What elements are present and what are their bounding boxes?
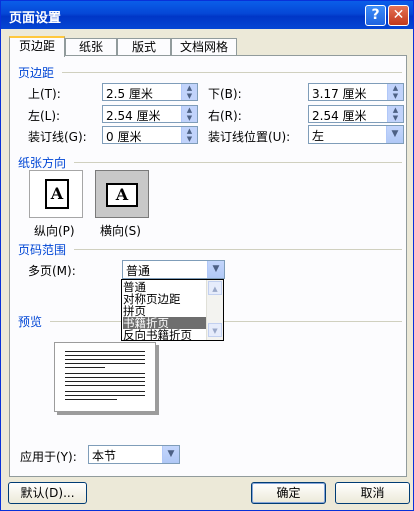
gutter-arrows[interactable]: ▲ ▼ — [181, 127, 197, 143]
pages-group-title: 页码范围 — [18, 243, 67, 257]
multiple-pages-value: 普通 — [126, 264, 151, 278]
preview-page — [54, 342, 156, 412]
margins-divider — [62, 72, 402, 73]
multiple-pages-select[interactable]: 普通 ▼ — [122, 260, 225, 279]
bottom-margin-arrows[interactable]: ▲ ▼ — [387, 84, 403, 100]
top-margin-spinner[interactable]: 2.5 厘米 ▲ ▼ — [102, 83, 198, 101]
preview-line — [65, 381, 145, 382]
multiple-pages-dropdown-list[interactable]: 普通 对称页边距 拼页 书籍折页 反向书籍折页 ▲ ▼ — [121, 279, 224, 341]
landscape-label: 横向(S) — [100, 224, 141, 238]
top-margin-label: 上(T): — [28, 87, 61, 101]
left-margin-label: 左(L): — [28, 109, 61, 123]
bottom-margin-spinner[interactable]: 3.17 厘米 ▲ ▼ — [308, 83, 404, 101]
default-button[interactable]: 默认(D)... — [8, 482, 87, 504]
close-button[interactable]: ✕ — [388, 5, 409, 26]
cancel-button[interactable]: 取消 — [335, 482, 410, 504]
left-margin-arrows[interactable]: ▲ ▼ — [181, 106, 197, 122]
left-margin-value: 2.54 厘米 — [106, 109, 161, 123]
close-icon: ✕ — [392, 7, 405, 23]
right-margin-value: 2.54 厘米 — [312, 109, 367, 123]
window-title: 页面设置 — [9, 11, 62, 26]
margins-group-title: 页边距 — [18, 66, 55, 80]
tab-paper[interactable]: 纸张 — [65, 38, 117, 56]
orientation-group-title: 纸张方向 — [18, 156, 67, 170]
multiple-pages-label: 多页(M): — [28, 264, 76, 278]
preview-line — [65, 363, 145, 364]
apply-to-label: 应用于(Y): — [20, 450, 77, 464]
help-button[interactable]: ? — [365, 5, 386, 26]
landscape-page-icon: A — [106, 183, 138, 207]
tab-document-grid[interactable]: 文档网格 — [171, 38, 237, 56]
right-margin-label: 右(R): — [208, 109, 242, 123]
help-icon: ? — [371, 7, 380, 23]
scroll-down-icon[interactable]: ▼ — [208, 323, 222, 337]
apply-to-select[interactable]: 本节 ▼ — [88, 445, 180, 464]
pages-divider — [74, 249, 402, 250]
bottom-margin-label: 下(B): — [208, 87, 242, 101]
chevron-down-icon[interactable]: ▼ — [386, 126, 403, 143]
preview-line — [65, 377, 145, 378]
portrait-label: 纵向(P) — [34, 224, 75, 238]
preview-line — [65, 385, 145, 386]
right-margin-arrows[interactable]: ▲ ▼ — [387, 106, 403, 122]
dropdown-scrollbar[interactable]: ▲ ▼ — [206, 280, 223, 340]
left-margin-spinner[interactable]: 2.54 厘米 ▲ ▼ — [102, 105, 198, 123]
preview-line — [65, 367, 105, 368]
portrait-option[interactable]: A — [29, 170, 83, 218]
gutter-position-select[interactable]: 左 ▼ — [308, 125, 404, 144]
chevron-down-icon[interactable]: ▼ — [207, 261, 224, 278]
preview-line — [65, 359, 145, 360]
top-margin-value: 2.5 厘米 — [106, 87, 153, 101]
preview-divider — [50, 321, 402, 322]
preview-line — [65, 399, 117, 400]
ok-button[interactable]: 确定 — [251, 482, 326, 504]
right-margin-spinner[interactable]: 2.54 厘米 ▲ ▼ — [308, 105, 404, 123]
gutter-position-value: 左 — [312, 129, 325, 143]
top-margin-arrows[interactable]: ▲ ▼ — [181, 84, 197, 100]
apply-to-value: 本节 — [92, 449, 117, 463]
dropdown-option-reverse-book-fold[interactable]: 反向书籍折页 — [123, 329, 207, 341]
preview-line — [65, 391, 145, 392]
preview-line — [65, 355, 145, 356]
scroll-up-icon[interactable]: ▲ — [208, 281, 222, 295]
preview-line — [65, 395, 145, 396]
tab-panel: 页边距 上(T): 2.5 厘米 ▲ ▼ 下(B): 3.17 厘米 ▲ ▼ 左(L… — [9, 55, 407, 477]
title-bar: 页面设置 ? ✕ — [1, 1, 413, 29]
preview-group-title: 预览 — [18, 315, 43, 329]
preview-line — [65, 351, 145, 352]
tab-layout[interactable]: 版式 — [117, 38, 171, 56]
chevron-down-icon[interactable]: ▼ — [162, 446, 179, 463]
gutter-label: 装订线(G): — [28, 130, 87, 144]
tab-margins[interactable]: 页边距 — [9, 36, 65, 57]
gutter-position-label: 装订线位置(U): — [208, 130, 291, 144]
preview-line — [65, 373, 145, 374]
gutter-spinner[interactable]: 0 厘米 ▲ ▼ — [102, 126, 198, 144]
landscape-option[interactable]: A — [95, 170, 149, 218]
gutter-value: 0 厘米 — [106, 130, 142, 144]
bottom-margin-value: 3.17 厘米 — [312, 87, 367, 101]
page-setup-dialog: 页面设置 ? ✕ 页边距 纸张 版式 文档网格 页边距 上(T): 2.5 厘米… — [0, 0, 414, 511]
portrait-page-icon: A — [45, 179, 69, 209]
orientation-divider — [74, 162, 402, 163]
